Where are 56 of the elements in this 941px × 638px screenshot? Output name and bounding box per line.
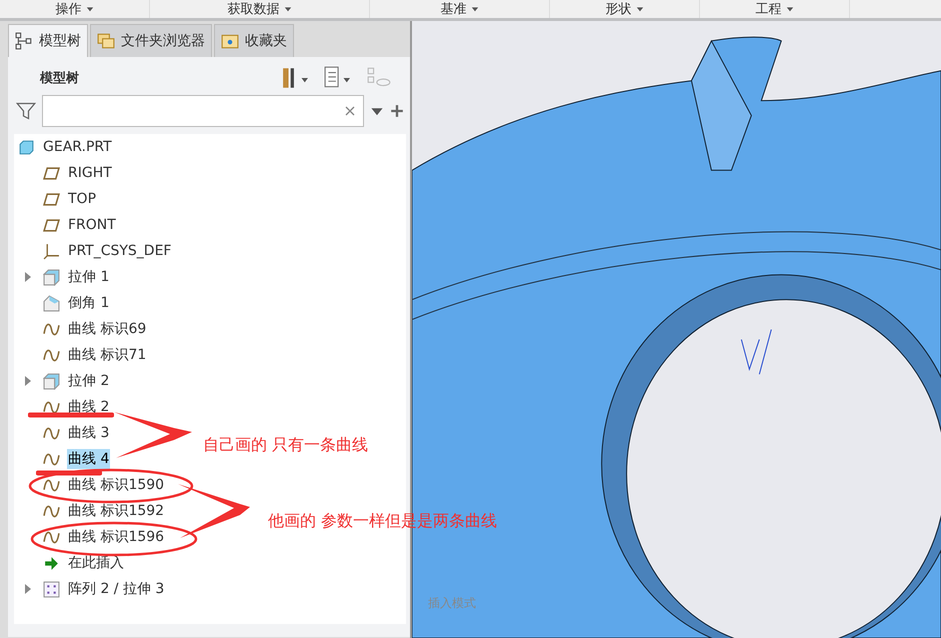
curve-icon xyxy=(43,398,60,416)
cube-icon xyxy=(18,138,35,156)
block-icon xyxy=(43,268,60,286)
panel-tab[interactable]: 文件夹浏览器 xyxy=(90,24,212,57)
tree-item[interactable]: 曲线 4 xyxy=(67,449,110,469)
add-icon[interactable] xyxy=(390,104,404,118)
caret-icon xyxy=(86,5,94,13)
caret-icon xyxy=(636,5,644,13)
arrow-icon xyxy=(43,554,60,572)
annotation-text: 自己画的 只有一条曲线 xyxy=(203,435,368,456)
chamfer-icon xyxy=(43,294,60,312)
tree-item[interactable]: 在此插入 xyxy=(67,553,125,573)
curve-icon xyxy=(43,502,60,520)
tree-item[interactable]: 拉伸 1 xyxy=(67,267,110,287)
underline-stroke xyxy=(36,470,102,476)
plane-icon xyxy=(43,216,60,234)
curve-icon xyxy=(43,320,60,338)
tree-item[interactable]: 曲线 标识69 xyxy=(67,319,148,339)
panel-title: 模型树 xyxy=(40,70,79,87)
expand-arrow-icon[interactable] xyxy=(24,376,32,386)
plane-icon xyxy=(43,190,60,208)
tree-item[interactable]: FRONT xyxy=(67,216,117,234)
tree-item[interactable]: 阵列 2 / 拉伸 3 xyxy=(67,579,166,599)
curve-icon xyxy=(43,528,60,546)
block-icon xyxy=(43,372,60,390)
tree-icon xyxy=(15,32,33,50)
curve-icon xyxy=(43,424,60,442)
caret-icon xyxy=(470,5,478,13)
status-text: 插入模式 xyxy=(428,595,476,612)
caret-icon xyxy=(284,5,292,13)
curve-icon xyxy=(43,346,60,364)
curve-icon xyxy=(43,476,60,494)
tree-item[interactable]: TOP xyxy=(67,190,98,208)
tree-item[interactable]: 倒角 1 xyxy=(67,293,110,313)
panel-tab[interactable]: 模型树 xyxy=(8,24,88,57)
filter-icon xyxy=(16,101,36,121)
axes-icon xyxy=(43,242,60,260)
filter-field[interactable] xyxy=(42,95,364,127)
plane-icon xyxy=(43,164,60,182)
tree-item[interactable]: 曲线 2 xyxy=(67,397,110,417)
expand-arrow-icon[interactable] xyxy=(24,584,32,594)
tree-item[interactable]: 曲线 标识71 xyxy=(67,345,148,365)
folder-icon xyxy=(221,32,239,50)
curve-icon xyxy=(43,450,60,468)
clear-icon[interactable] xyxy=(345,106,355,116)
folders-icon xyxy=(97,32,115,50)
tree-item[interactable]: 拉伸 2 xyxy=(67,371,110,391)
expand-arrow-icon[interactable] xyxy=(24,272,32,282)
tree-item[interactable]: RIGHT xyxy=(67,164,113,182)
tree-item[interactable]: 曲线 3 xyxy=(67,423,110,443)
tree-item[interactable]: PRT_CSYS_DEF xyxy=(67,242,172,260)
tree-item[interactable]: 曲线 标识1592 xyxy=(67,501,166,521)
panel-tab[interactable]: 收藏夹 xyxy=(214,24,294,57)
pattern-icon xyxy=(43,580,60,598)
tree-item[interactable]: GEAR.PRT xyxy=(42,138,113,156)
caret-icon xyxy=(786,5,794,13)
